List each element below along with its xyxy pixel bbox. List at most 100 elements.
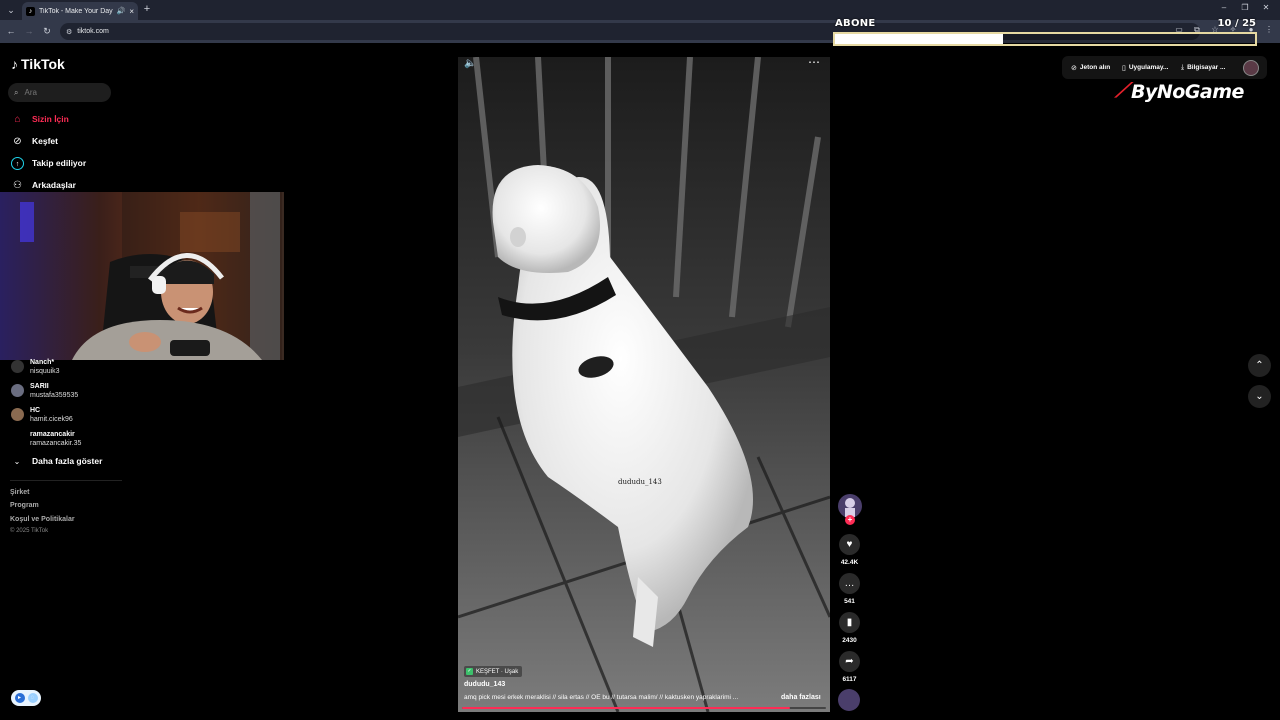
nav-label: Arkadaşlar (32, 180, 76, 190)
show-more-label: Daha fazla göster (32, 456, 103, 466)
video-progress-bar[interactable] (462, 707, 826, 709)
account-name: SARII (30, 383, 49, 390)
sidebar-divider (10, 480, 122, 481)
video-player[interactable] (458, 57, 830, 712)
reload-icon[interactable]: ↻ (41, 25, 53, 37)
nav-for-you[interactable]: ⌂ Sizin İçin (11, 112, 69, 126)
avatar (11, 360, 24, 373)
previous-video-button[interactable]: ⌃ (1248, 354, 1271, 377)
explore-location-tag[interactable]: ✓ KEŞFET · Uşak (464, 666, 523, 677)
back-icon[interactable]: ← (5, 25, 17, 37)
coin-icon: ⊘ (1071, 64, 1077, 72)
tiktok-logo[interactable]: ♪ TikTok (11, 56, 65, 72)
footer-link-program[interactable]: Program (10, 502, 39, 509)
account-name: Nanch* (30, 359, 55, 366)
nav-explore[interactable]: ⊘ Keşfet (11, 134, 58, 148)
following-account[interactable]: HC hamit.cicek96 (11, 406, 73, 424)
avatar (11, 408, 24, 421)
following-account[interactable]: SARII mustafa359535 (11, 382, 78, 400)
browser-tabstrip: ⌄ ♪ TikTok - Make Your Day 🔊 × + – ❐ ✕ (0, 0, 1280, 20)
more-options-icon[interactable]: ⋯ (808, 55, 820, 69)
footer-link-company[interactable]: Şirket (10, 489, 29, 496)
tab-audio-icon[interactable]: 🔊 (117, 7, 126, 15)
friends-icon: ⚇ (13, 179, 22, 191)
account-username: nisquuik3 (30, 368, 60, 375)
site-info-icon[interactable]: ⚙ (66, 28, 72, 36)
footer-link-terms[interactable]: Koşul ve Politikalar (10, 516, 75, 523)
account-username: ramazancakir.35 (30, 440, 82, 447)
follow-plus-icon[interactable]: + (845, 515, 855, 525)
account-name: ramazancakir (30, 431, 75, 438)
bookmark-icon: ▮ (846, 617, 853, 628)
explore-tag-text: KEŞFET · Uşak (476, 668, 519, 675)
sponsor-text: ByNoGame (1131, 80, 1244, 103)
minimize-icon[interactable]: – (1218, 3, 1230, 12)
phone-icon: ▯ (1122, 64, 1126, 72)
video-watermark: dududu_143 (618, 478, 662, 486)
tab-search-icon[interactable]: ⌄ (4, 3, 18, 17)
account-name: HC (30, 407, 41, 414)
following-account[interactable]: Nanch* nisquuik3 (11, 358, 60, 376)
chevron-up-icon: ⌃ (1255, 360, 1264, 371)
account-username: hamit.cicek96 (30, 416, 73, 423)
comment-count: 541 (844, 598, 855, 605)
search-input[interactable] (24, 88, 105, 97)
save-count: 2430 (842, 637, 857, 644)
goal-label: ABONE (835, 18, 876, 29)
volume-icon[interactable]: 🔈 (464, 58, 476, 69)
chevron-down-icon: ⌄ (1255, 391, 1264, 402)
avatar (11, 384, 24, 397)
compass-icon: ⊘ (13, 135, 22, 147)
video-progress-fill (462, 707, 790, 709)
music-disc-icon[interactable] (838, 689, 860, 711)
share-icon: ➦ (845, 656, 854, 667)
tab-title: TikTok - Make Your Day (39, 7, 113, 15)
nav-label: Takip ediliyor (32, 158, 87, 168)
download-icon: ⤓ (1181, 63, 1185, 71)
new-tab-icon[interactable]: + (141, 3, 153, 15)
window-close-icon[interactable]: ✕ (1260, 3, 1272, 12)
browser-tab[interactable]: ♪ TikTok - Make Your Day 🔊 × (22, 2, 138, 20)
sponsor-logo: ⟋ ByNoGame (1115, 80, 1244, 103)
next-video-button[interactable]: ⌄ (1248, 385, 1271, 408)
maximize-icon[interactable]: ❐ (1239, 3, 1251, 12)
nav-following[interactable]: ↑ Takip ediliyor (11, 156, 86, 170)
user-avatar[interactable] (1243, 60, 1259, 76)
streamer-webcam (0, 192, 284, 360)
show-more-button[interactable]: ⌄ Daha fazla göster (11, 456, 103, 466)
nav-friends[interactable]: ⚇ Arkadaşlar (11, 178, 76, 192)
get-app-button[interactable]: ▯ Uygulamay... (1117, 58, 1173, 77)
caption-more-link[interactable]: daha fazlası (781, 694, 821, 701)
nav-label: Sizin İçin (32, 114, 69, 124)
desktop-app-label: Bilgisayar ... (1187, 64, 1226, 71)
nav-label: Keşfet (32, 136, 58, 146)
home-icon: ⌂ (14, 113, 21, 125)
menu-icon[interactable]: ⋮ (1264, 25, 1274, 35)
avatar (11, 432, 24, 445)
like-button[interactable]: ♥ (839, 534, 860, 555)
sponsor-mark-icon: ⟋ (1115, 80, 1129, 102)
copyright: © 2025 TikTok (10, 528, 49, 534)
comment-button[interactable]: … (839, 573, 860, 594)
following-account[interactable]: ramazancakir ramazancakir.35 (11, 430, 81, 448)
search-icon: ⌕ (14, 87, 19, 97)
search-box[interactable]: ⌕ (8, 83, 111, 102)
subscriber-goal-overlay: ABONE 10 / 25 (832, 18, 1258, 48)
mobile-app-icon: ◌ (27, 693, 38, 703)
forward-icon[interactable]: → (23, 25, 35, 37)
video-author[interactable]: dududu_143 (464, 681, 505, 688)
tab-close-icon[interactable]: × (129, 7, 134, 16)
save-button[interactable]: ▮ (839, 612, 860, 633)
account-username: mustafa359535 (30, 392, 79, 399)
share-button[interactable]: ➦ (839, 651, 860, 672)
get-coins-button[interactable]: ⊘ Jeton alın (1066, 58, 1115, 77)
share-count: 6117 (842, 676, 857, 683)
explore-tag-icon: ✓ (466, 668, 473, 675)
desktop-app-button[interactable]: ⤓ Bilgisayar ... (1176, 58, 1230, 77)
goal-count: 10 / 25 (1217, 18, 1256, 29)
get-app-badge[interactable]: ▸ ◌ (11, 690, 41, 706)
logo-text: TikTok (21, 56, 65, 72)
comment-icon: … (844, 578, 855, 589)
tiktok-favicon-icon: ♪ (26, 6, 35, 16)
like-count: 42.4K (840, 559, 859, 566)
